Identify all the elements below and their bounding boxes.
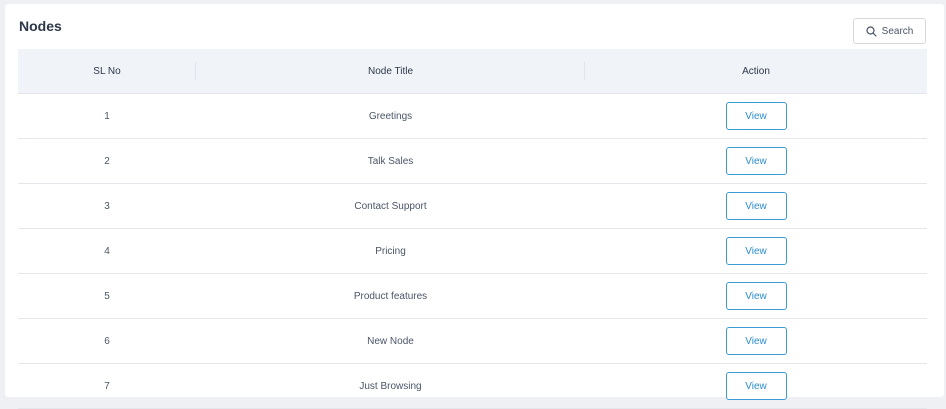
table-row: 2 Talk Sales View xyxy=(18,139,927,184)
row-action-cell: View xyxy=(585,274,927,318)
view-button[interactable]: View xyxy=(725,237,787,265)
page-title: Nodes xyxy=(19,18,62,34)
table-row: 7 Just Browsing View xyxy=(18,364,927,409)
row-sl-no: 2 xyxy=(104,155,110,167)
search-button[interactable]: Search xyxy=(853,18,926,44)
column-header-action: Action xyxy=(742,65,770,77)
row-action-cell: View xyxy=(585,319,927,363)
table-header: SL No Node Title Action xyxy=(18,49,927,94)
row-action-cell: View xyxy=(585,364,927,408)
search-icon xyxy=(866,25,877,37)
row-node-title: Talk Sales xyxy=(367,155,414,167)
view-button[interactable]: View xyxy=(725,282,787,310)
view-button[interactable]: View xyxy=(725,147,787,175)
column-header-node-title: Node Title xyxy=(196,49,585,93)
view-button[interactable]: View xyxy=(725,102,787,130)
row-sl-no: 6 xyxy=(104,335,110,347)
row-sl-no: 5 xyxy=(104,290,110,302)
row-node-title: New Node xyxy=(367,335,414,347)
search-button-label: Search xyxy=(881,25,914,37)
row-node-title: Just Browsing xyxy=(359,380,422,392)
row-node-title: Contact Support xyxy=(354,200,427,212)
row-node-title: Pricing xyxy=(375,245,406,257)
row-action-cell: View xyxy=(585,229,927,273)
row-node-title: Product features xyxy=(353,290,428,302)
row-sl-no: 4 xyxy=(104,245,110,257)
view-button[interactable]: View xyxy=(725,372,787,400)
view-button[interactable]: View xyxy=(725,327,787,355)
nodes-card: Nodes Search SL No Node Title Action 1 G… xyxy=(5,4,944,409)
view-button[interactable]: View xyxy=(725,192,787,220)
nodes-table: SL No Node Title Action 1 Greetings View… xyxy=(18,49,927,409)
row-action-cell: View xyxy=(585,184,927,228)
row-sl-no: 7 xyxy=(104,380,110,392)
row-sl-no: 1 xyxy=(104,110,110,122)
column-header-sl-no: SL No xyxy=(18,49,196,93)
table-row: 1 Greetings View xyxy=(18,94,927,139)
table-row: 4 Pricing View xyxy=(18,229,927,274)
row-node-title: Greetings xyxy=(368,110,413,122)
table-row: 6 New Node View xyxy=(18,319,927,364)
row-action-cell: View xyxy=(585,139,927,183)
row-action-cell: View xyxy=(585,94,927,138)
table-row: 5 Product features View xyxy=(18,274,927,319)
table-row: 3 Contact Support View xyxy=(18,184,927,229)
row-sl-no: 3 xyxy=(104,200,110,212)
